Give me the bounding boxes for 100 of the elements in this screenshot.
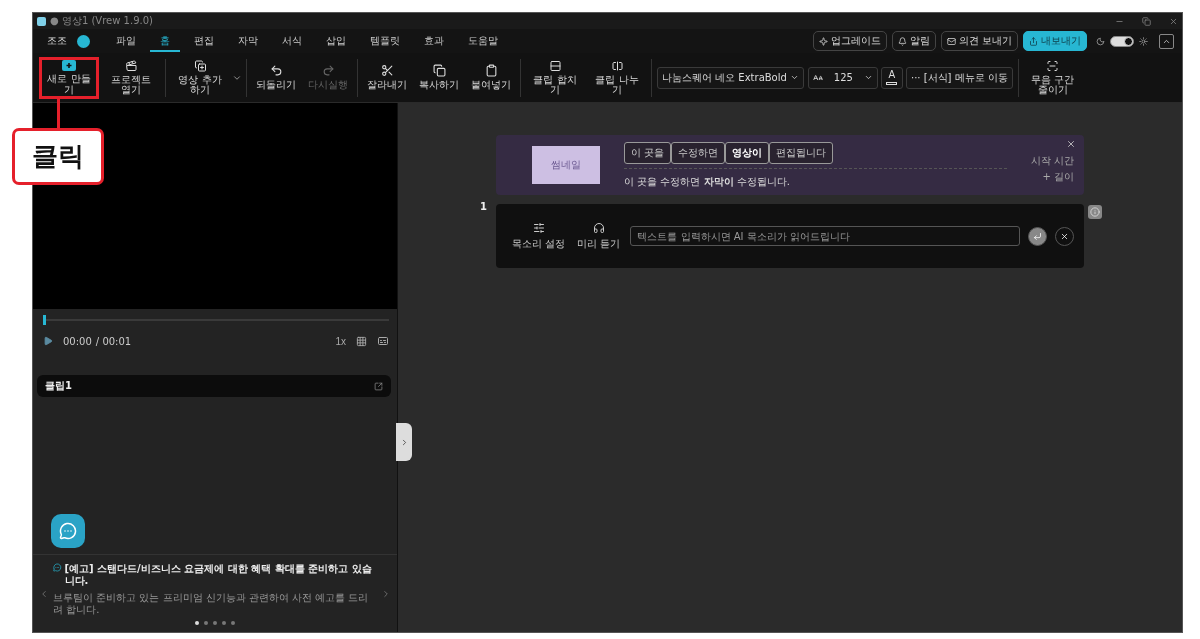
app-icon	[37, 16, 46, 26]
toolbar-button[interactable]: 영상 추가하기	[170, 56, 230, 99]
add-video-icon	[62, 60, 76, 71]
play-icon[interactable]	[43, 336, 53, 346]
info-icon	[1090, 207, 1100, 217]
external-link-icon	[374, 381, 383, 391]
total-time: / 00:01	[95, 335, 132, 347]
panel-handle[interactable]	[396, 423, 412, 461]
close-icon[interactable]	[1169, 16, 1178, 26]
menu-tab[interactable]: 도움말	[458, 30, 508, 52]
menu-tab[interactable]: 효과	[414, 30, 454, 52]
voice-settings-button[interactable]: 목소리 설정	[510, 221, 568, 251]
speed-button[interactable]: 1x	[335, 335, 346, 347]
notice-text: 브루팀이 준비하고 있는 프리미엄 신기능과 관련하여 사전 예고를 드리려 합니다.	[53, 591, 370, 617]
window-title: ● 영상1 (Vrew 1.9.0)	[50, 14, 153, 28]
export-button[interactable]: 내보내기	[1023, 31, 1087, 51]
page-dot[interactable]	[231, 620, 235, 625]
font-size-icon	[812, 72, 823, 83]
close-icon	[1066, 139, 1076, 149]
clip-number: 1	[480, 201, 487, 212]
caret-icon	[789, 73, 799, 82]
toolbar-button[interactable]: 되돌리기	[251, 56, 301, 99]
user-name[interactable]: 조조	[47, 34, 67, 48]
toolbar-button[interactable]: 무음 구간 줄이기	[1022, 56, 1083, 99]
enter-icon	[1033, 231, 1042, 241]
toolbar-button[interactable]: 클립 합치기	[525, 56, 585, 99]
length-label: + 길이	[1042, 170, 1074, 184]
menu-tab[interactable]: 자막	[228, 30, 268, 52]
chevron-right-icon	[381, 588, 391, 599]
page-dot[interactable]	[222, 620, 226, 625]
leader-line	[57, 98, 60, 128]
clipboard-icon	[484, 64, 498, 78]
next-button[interactable]	[381, 588, 391, 599]
text-color-button[interactable]: A	[880, 66, 903, 89]
notice-title: [예고] 스탠다드/비즈니스 요금제에 대한 혜택 확대를 준비하고 있습니다.	[64, 562, 373, 588]
preview-listen-button[interactable]: 미리 듣기	[575, 221, 623, 251]
info-button[interactable]	[1088, 205, 1102, 219]
scan-icon	[1046, 59, 1060, 72]
scissors-icon	[380, 64, 394, 78]
toolbar-button[interactable]: 프로젝트 열기	[101, 56, 161, 99]
close-button[interactable]	[1066, 139, 1076, 149]
text-input[interactable]: 텍스트를 입력하시면 AI 목소리가 읽어드립니다	[630, 226, 1020, 246]
sun-icon	[1139, 36, 1148, 46]
headphones-icon	[592, 221, 605, 234]
clapperboard-icon	[124, 59, 138, 72]
start-time-label: 시작 시간	[1030, 154, 1074, 168]
grid-icon[interactable]	[356, 335, 367, 347]
menu-tab[interactable]: 편집	[184, 30, 224, 52]
toolbar-button[interactable]: 복사하기	[414, 56, 464, 99]
format-menu-button[interactable]: ··· [서식] 메뉴로 이동	[905, 66, 1013, 89]
chat-button[interactable]	[51, 514, 85, 548]
moon-icon	[1096, 36, 1105, 46]
captions-icon[interactable]	[377, 335, 389, 347]
sparkle-icon	[818, 36, 828, 46]
menu-tab[interactable]: 파일	[106, 30, 146, 52]
toolbar-button[interactable]: 새로 만들기	[39, 56, 99, 99]
chat-icon	[53, 562, 62, 572]
menu-tab[interactable]: 서식	[272, 30, 312, 52]
theme-toggle[interactable]	[1110, 35, 1134, 47]
previous-button[interactable]	[39, 588, 49, 599]
sliders-icon	[532, 221, 545, 234]
current-time: 00:00	[63, 335, 92, 347]
copy-icon	[432, 64, 446, 78]
caret-icon	[863, 73, 873, 82]
close-icon	[1060, 231, 1069, 241]
header-button[interactable]: 알림	[891, 31, 936, 51]
caption-text: 이 곳을 수정하면 자막이 수정됩니다.	[624, 174, 791, 189]
stacked-squares-icon	[193, 59, 207, 72]
toolbar-button[interactable]: 잘라내기	[362, 56, 412, 99]
header-button[interactable]: 업그레이드	[812, 31, 887, 51]
font-size-select[interactable]: 125	[807, 66, 878, 89]
avatar[interactable]	[77, 34, 90, 48]
mail-icon	[946, 36, 956, 46]
undo-icon	[269, 64, 283, 78]
collapse-button[interactable]	[1159, 33, 1174, 49]
rows-icon	[548, 59, 562, 72]
enter-button[interactable]	[1028, 226, 1047, 246]
menu-tab[interactable]: 템플릿	[360, 30, 410, 52]
callout: 클릭	[12, 128, 104, 185]
chevron-left-icon	[39, 588, 49, 599]
toolbar-button[interactable]: 붙여넣기	[466, 56, 516, 99]
restore-icon[interactable]	[1142, 16, 1151, 26]
font-select[interactable]: 나눔스퀘어 네오 ExtraBold	[657, 66, 804, 89]
thumbnail: 썸네일	[532, 146, 600, 184]
header-button[interactable]: 의견 보내기	[940, 31, 1018, 51]
menu-tab[interactable]: 삽입	[316, 30, 356, 52]
page-dot[interactable]	[204, 620, 208, 625]
word-chip[interactable]: 이 곳을	[624, 141, 672, 164]
clip-list-item[interactable]: 클립1	[37, 375, 391, 397]
word-chip[interactable]: 편집됩니다	[769, 141, 834, 164]
word-chip[interactable]: 수정하면	[671, 141, 726, 164]
split-icon	[610, 59, 624, 72]
redo-icon	[321, 64, 335, 78]
chat-icon	[59, 522, 77, 540]
page-dot[interactable]	[213, 620, 217, 625]
page-dot[interactable]	[195, 620, 199, 625]
toolbar-button[interactable]: 클립 나누기	[587, 56, 647, 99]
export-icon	[1029, 36, 1038, 46]
word-chip[interactable]: 영상이	[725, 141, 770, 164]
bell-icon	[897, 36, 907, 46]
